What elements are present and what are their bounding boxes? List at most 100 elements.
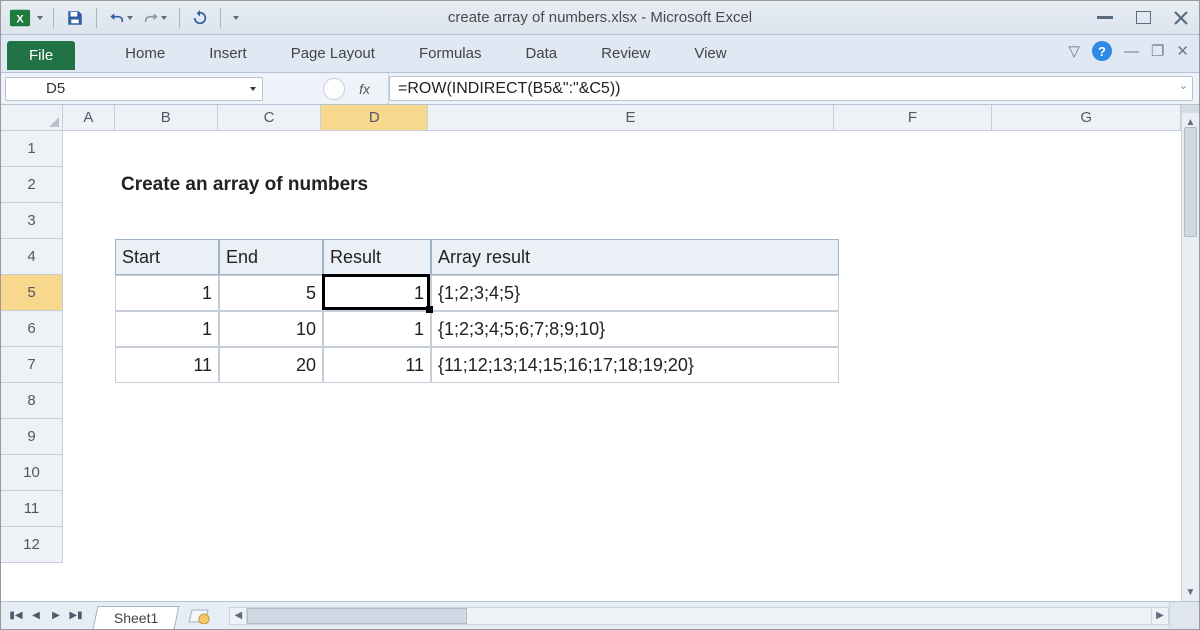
horizontal-split-grip[interactable] [1169, 602, 1199, 629]
sheet-tab-label: Sheet1 [114, 610, 158, 626]
tab-formulas[interactable]: Formulas [397, 37, 504, 72]
undo-icon [109, 10, 125, 26]
cell[interactable]: 1 [115, 275, 219, 311]
cancel-formula-button[interactable] [323, 78, 345, 100]
name-box-value: D5 [46, 80, 65, 97]
quick-access-toolbar [51, 8, 239, 28]
row-header[interactable]: 5 [1, 275, 63, 311]
sheet-first-button[interactable]: ▮◀ [7, 607, 25, 625]
row-headers: 123456789101112 [1, 131, 63, 563]
column-header[interactable]: A [63, 105, 115, 131]
sheet-nav: ▮◀ ◀ ▶ ▶▮ [1, 602, 91, 629]
minimize-button[interactable] [1095, 10, 1115, 26]
column-header[interactable]: D [321, 105, 428, 131]
cell[interactable]: Create an array of numbers [115, 167, 839, 203]
cell[interactable]: 11 [115, 347, 219, 383]
cell[interactable]: Start [115, 239, 219, 275]
row-header[interactable]: 12 [1, 527, 63, 563]
redo-button[interactable] [143, 10, 167, 26]
formula-input[interactable]: =ROW(INDIRECT(B5&":"&C5)) ⌄ [389, 76, 1193, 101]
column-header[interactable]: F [834, 105, 993, 131]
help-icon: ? [1098, 44, 1106, 59]
formula-expand-icon[interactable]: ⌄ [1179, 79, 1188, 92]
row-header[interactable]: 8 [1, 383, 63, 419]
column-header[interactable]: G [992, 105, 1181, 131]
row-header[interactable]: 4 [1, 239, 63, 275]
cell[interactable]: 1 [115, 311, 219, 347]
scroll-left-button[interactable]: ◀ [229, 607, 247, 625]
save-button[interactable] [66, 9, 84, 27]
close-button[interactable] [1171, 10, 1191, 26]
scroll-down-button[interactable]: ▼ [1182, 583, 1199, 601]
cell[interactable]: End [219, 239, 323, 275]
repeat-button[interactable] [192, 10, 208, 26]
fx-icon[interactable]: fx [359, 81, 370, 97]
worksheet-grid[interactable]: ABCDEFG 123456789101112 Create an array … [1, 105, 1181, 601]
help-button[interactable]: ? [1092, 41, 1112, 61]
formula-text: =ROW(INDIRECT(B5&":"&C5)) [398, 80, 620, 98]
cell[interactable]: 5 [219, 275, 323, 311]
vertical-scroll-thumb[interactable] [1184, 127, 1197, 237]
cell[interactable]: 1 [323, 275, 431, 311]
sheet-last-button[interactable]: ▶▮ [67, 607, 85, 625]
status-bar: ▮◀ ◀ ▶ ▶▮ Sheet1 ◀ ▶ [1, 601, 1199, 629]
cell[interactable]: 10 [219, 311, 323, 347]
tab-view[interactable]: View [672, 37, 748, 72]
row-header[interactable]: 3 [1, 203, 63, 239]
tab-insert[interactable]: Insert [187, 37, 269, 72]
column-header[interactable]: B [115, 105, 218, 131]
select-all-corner[interactable] [1, 105, 63, 131]
excel-logo-icon: X [9, 7, 31, 29]
fill-handle[interactable] [426, 306, 433, 313]
cell[interactable]: 1 [323, 311, 431, 347]
cell[interactable]: {1;2;3;4;5} [431, 275, 839, 311]
sheet-next-button[interactable]: ▶ [47, 607, 65, 625]
cell[interactable]: Result [323, 239, 431, 275]
column-header[interactable]: C [218, 105, 321, 131]
row-header[interactable]: 2 [1, 167, 63, 203]
tab-data[interactable]: Data [503, 37, 579, 72]
maximize-button[interactable] [1133, 10, 1153, 26]
ribbon-minimize-caret-icon[interactable]: ▽ [1068, 42, 1080, 60]
svg-text:X: X [16, 13, 24, 25]
row-header[interactable]: 1 [1, 131, 63, 167]
cell[interactable]: 20 [219, 347, 323, 383]
sheet-tab[interactable]: Sheet1 [93, 606, 180, 629]
tab-review[interactable]: Review [579, 37, 672, 72]
customize-qat-button[interactable] [233, 16, 239, 20]
doc-minimize-icon[interactable]: — [1124, 43, 1139, 60]
column-header[interactable]: E [428, 105, 833, 131]
tab-home[interactable]: Home [103, 37, 187, 72]
repeat-icon [192, 10, 208, 26]
doc-restore-icon[interactable]: ❐ [1151, 42, 1164, 60]
row-header[interactable]: 11 [1, 491, 63, 527]
cell[interactable]: {1;2;3;4;5;6;7;8;9;10} [431, 311, 839, 347]
cell[interactable]: {11;12;13;14;15;16;17;18;19;20} [431, 347, 839, 383]
redo-icon [143, 10, 159, 26]
cell[interactable]: Array result [431, 239, 839, 275]
sheet-prev-button[interactable]: ◀ [27, 607, 45, 625]
minimize-icon [1097, 16, 1113, 20]
new-sheet-button[interactable] [187, 607, 211, 625]
name-box[interactable]: D5 [5, 77, 263, 101]
horizontal-scroll-thumb[interactable] [247, 608, 467, 624]
row-header[interactable]: 9 [1, 419, 63, 455]
scroll-right-button[interactable]: ▶ [1151, 607, 1169, 625]
row-header[interactable]: 7 [1, 347, 63, 383]
maximize-icon [1136, 11, 1151, 24]
tab-page-layout[interactable]: Page Layout [269, 37, 397, 72]
logo-menu-caret-icon[interactable] [37, 16, 43, 20]
ribbon-tabs: File Home Insert Page Layout Formulas Da… [1, 35, 1199, 73]
split-grip-icon[interactable] [1182, 105, 1199, 113]
vertical-scrollbar[interactable]: ▲ ▼ [1181, 105, 1199, 601]
doc-close-icon[interactable]: ✕ [1176, 42, 1189, 60]
horizontal-scrollbar[interactable]: ◀ ▶ [229, 602, 1169, 629]
row-header[interactable]: 10 [1, 455, 63, 491]
new-sheet-icon [188, 608, 210, 624]
cell[interactable]: 11 [323, 347, 431, 383]
row-header[interactable]: 6 [1, 311, 63, 347]
undo-button[interactable] [109, 10, 133, 26]
title-bar: X create array of numbers.xlsx - Microso… [1, 1, 1199, 35]
horizontal-scroll-track[interactable] [247, 607, 1151, 625]
file-tab[interactable]: File [7, 41, 75, 70]
